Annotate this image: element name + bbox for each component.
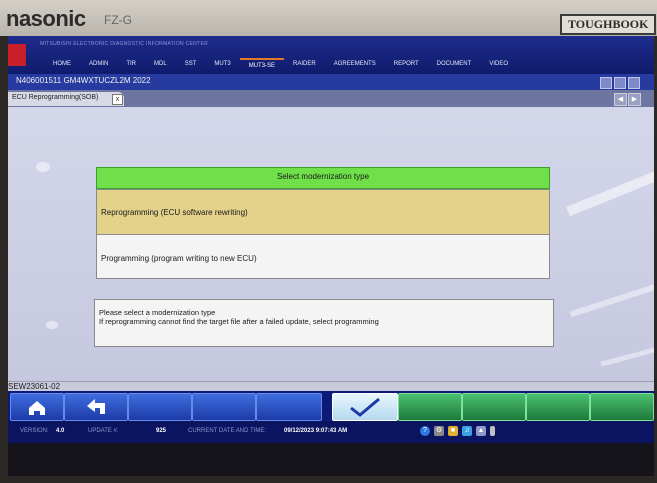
menu-mut3[interactable]: MUT3 [205,58,239,72]
close-window-icon[interactable] [628,77,640,89]
update-value: 925 [156,428,167,434]
folder-icon[interactable]: ■ [448,426,458,436]
volume-icon[interactable]: ♫ [462,426,472,436]
toughbook-badge: TOUGHBOOK [560,14,657,35]
menu-home[interactable]: HOME [44,58,80,72]
minimize-icon[interactable] [600,77,612,89]
menu-tir[interactable]: TIR [117,58,145,72]
screen-bezel-bottom [8,443,654,476]
panel-header-text: Select modernization type [276,172,370,181]
menu-sst[interactable]: SST [176,58,206,72]
brand-logo: nasonic [6,6,86,31]
datetime-label: CURRENT DATE AND TIME: [188,428,267,434]
panel-header: Select modernization type [96,167,550,189]
version-value: 4.0 [56,428,65,434]
home-button[interactable] [10,393,64,421]
message-box: Please select a modernization type If re… [94,299,554,347]
checkmark-icon [350,397,380,417]
function-button-4[interactable] [192,393,256,421]
function-button-5[interactable] [256,393,322,421]
window-title: N406001511 GM4WXTUCZL2M 2022 [16,76,151,85]
datetime-value: 09/12/2023 9:07:43 AM [284,428,348,434]
function-button-3[interactable] [128,393,192,421]
menu-mut3-se[interactable]: MUT3-SE [239,58,285,72]
tab-ecu-reprogramming[interactable]: ECU Reprogramming(SOB) x [8,92,124,106]
menu-admin[interactable]: ADMIN [80,58,117,72]
function-button-10[interactable] [590,393,654,421]
main-content: Select modernization type Reprogramming … [8,107,654,381]
menu-raider[interactable]: RAIDER [284,58,325,72]
function-button-9[interactable] [526,393,590,421]
menu-agreements[interactable]: AGREEMENTS [325,58,385,72]
tab-label: ECU Reprogramming(SOB) [12,94,99,101]
message-line-2: If reprogramming cannot find the target … [99,317,379,326]
app-title: MITSUBISHI ELECTRONIC DIAGNOSTIC INFORMA… [40,41,208,47]
tab-bar: ECU Reprogramming(SOB) x ◀ ▶ [8,90,654,107]
message-line-1: Please select a modernization type [99,308,216,317]
tab-close-icon[interactable]: x [112,94,123,105]
model-label: FZ-G [104,13,132,27]
battery-icon [490,426,495,436]
top-menu-bar: MITSUBISHI ELECTRONIC DIAGNOSTIC INFORMA… [8,36,654,74]
option-reprogramming[interactable]: Reprogramming (ECU software rewriting) [96,189,550,235]
confirm-button[interactable] [332,393,398,421]
option-reprogramming-label: Reprogramming (ECU software rewriting) [101,208,248,217]
menu-report[interactable]: REPORT [385,58,428,72]
app-logo-icon [8,44,26,66]
back-arrow-icon [87,399,105,414]
function-button-bar [8,391,654,421]
main-menu: HOME ADMIN TIR MDL SST MUT3 MUT3-SE RAID… [44,58,517,72]
window-title-bar: N406001511 GM4WXTUCZL2M 2022 [8,74,654,90]
laptop-lid-top: nasonic FZ-G TOUGHBOOK [0,0,657,36]
option-programming[interactable]: Programming (program writing to new ECU) [96,234,550,279]
function-button-8[interactable] [462,393,526,421]
status-bar: VERSION: 4.0 UPDATE #: 925 CURRENT DATE … [8,421,654,443]
version-label: VERSION: [20,428,49,434]
update-label: UPDATE #: [88,428,119,434]
settings-icon[interactable]: ⚙ [434,426,444,436]
back-button[interactable] [64,393,128,421]
help-icon[interactable]: ? [420,426,430,436]
screen: MITSUBISHI ELECTRONIC DIAGNOSTIC INFORMA… [8,36,654,476]
home-icon [29,401,45,415]
option-programming-label: Programming (program writing to new ECU) [101,254,257,263]
menu-document[interactable]: DOCUMENT [428,58,481,72]
function-button-7[interactable] [398,393,462,421]
menu-video[interactable]: VIDEO [480,58,517,72]
maximize-icon[interactable] [614,77,626,89]
network-icon[interactable]: ▲ [476,426,486,436]
screen-code: SEW23061-02 [8,382,61,391]
menu-mdl[interactable]: MDL [145,58,176,72]
tab-scroll-right-icon[interactable]: ▶ [628,93,641,106]
tab-scroll-left-icon[interactable]: ◀ [614,93,627,106]
